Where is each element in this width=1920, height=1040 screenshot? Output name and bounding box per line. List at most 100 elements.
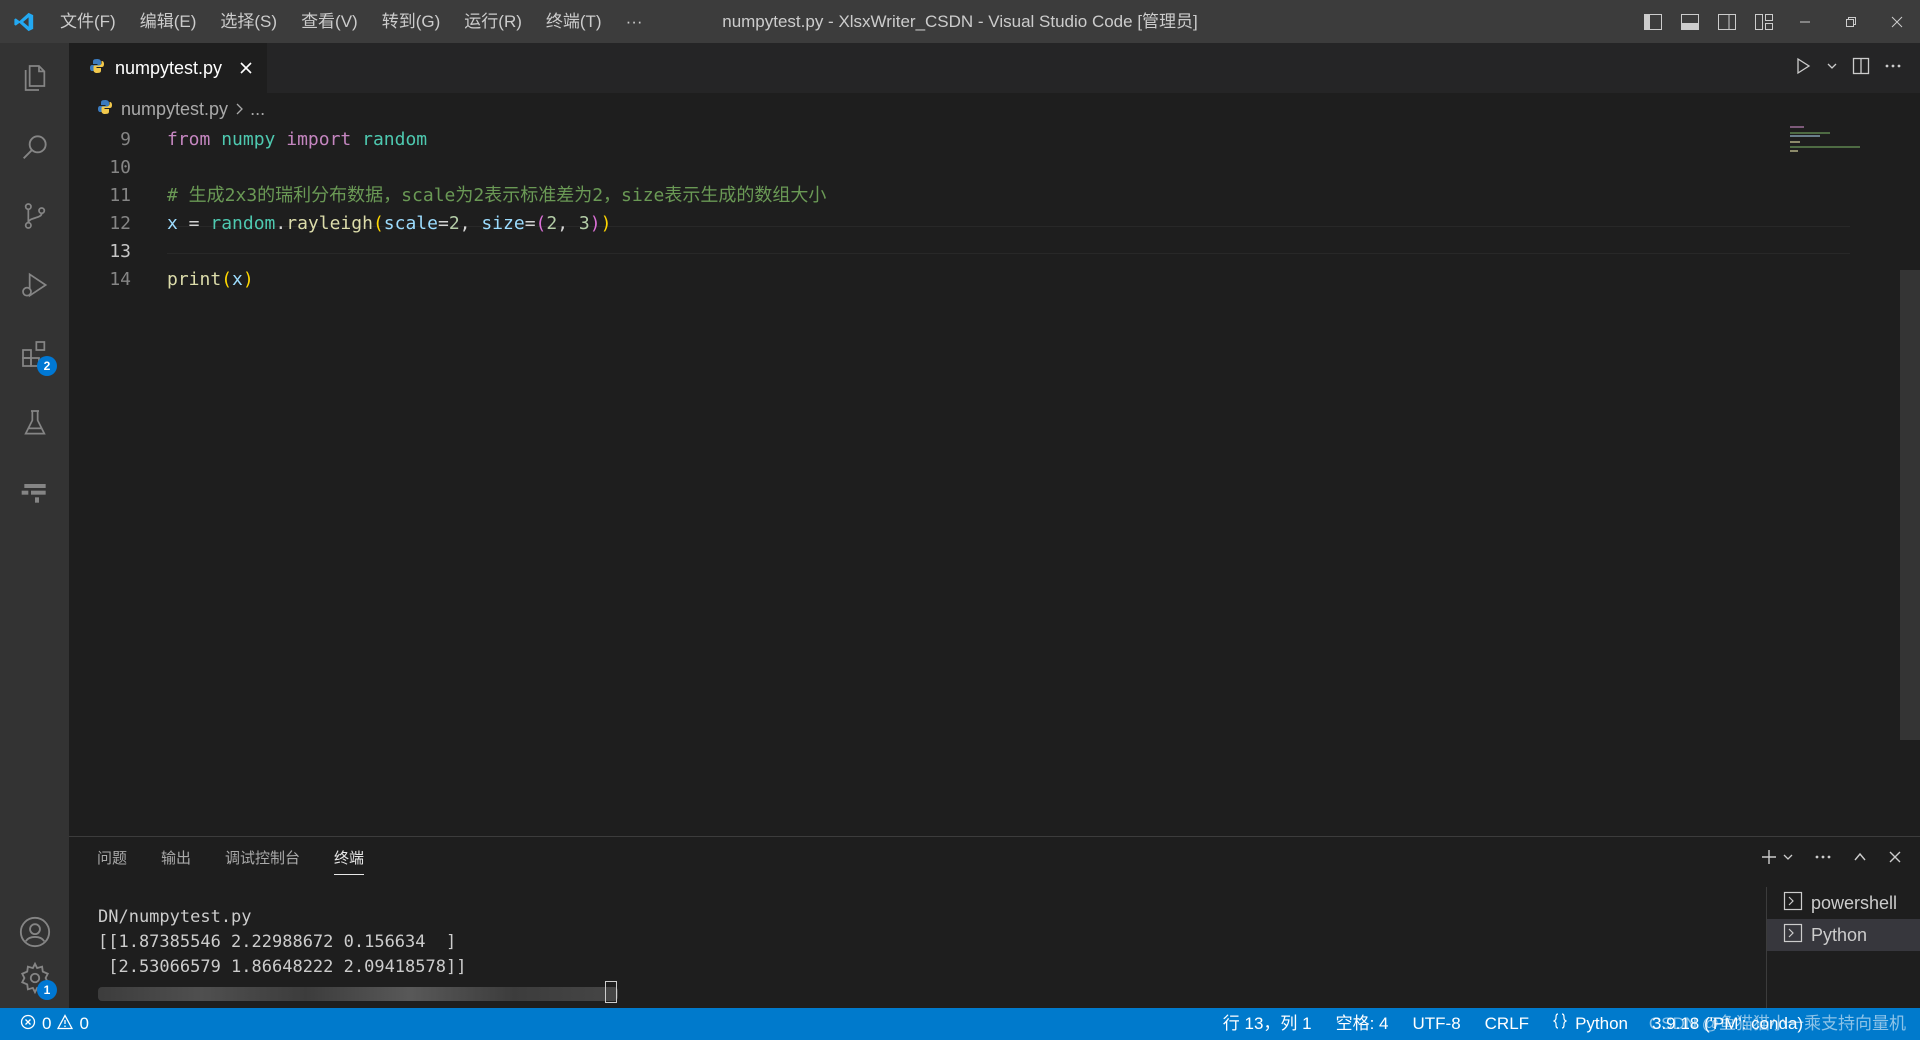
code-token: . (275, 213, 287, 234)
terminal-output[interactable]: DN/numpytest.py [[1.87385546 2.22988672 … (98, 905, 466, 980)
run-python-file-icon[interactable] (1794, 57, 1812, 80)
search-icon[interactable] (0, 112, 69, 181)
python-file-icon (89, 58, 105, 79)
menu-edit[interactable]: 编辑(E) (128, 0, 209, 43)
minimize-icon[interactable] (1782, 0, 1828, 43)
minimap[interactable] (1790, 126, 1880, 166)
split-editor-icon[interactable] (1852, 57, 1870, 80)
error-icon (20, 1014, 36, 1035)
warning-icon (57, 1013, 74, 1035)
code-token: import (286, 129, 352, 150)
toggle-secondary-sidebar-icon[interactable] (1708, 0, 1745, 43)
code-line[interactable]: 12 x = random.rayleigh(scale=2, size=(2, … (69, 210, 1779, 237)
terminal-item-python[interactable]: Python (1767, 919, 1920, 951)
settings-gear-icon[interactable]: 1 (0, 943, 69, 1012)
settings-badge: 1 (37, 980, 57, 1000)
more-actions-icon[interactable] (1814, 848, 1832, 871)
code-text: from numpy import random (167, 126, 427, 153)
code-token: numpy (221, 129, 276, 150)
code-token: = (177, 213, 211, 234)
code-token: ( (221, 269, 233, 290)
tab-terminal[interactable]: 终端 (334, 837, 365, 881)
terminal-list: powershell Python (1766, 887, 1920, 1009)
run-debug-icon[interactable] (0, 250, 69, 319)
cursor-position[interactable]: 行 13，列 1 (1211, 1008, 1324, 1040)
code-line[interactable]: 10 (69, 154, 1779, 181)
problems-status[interactable]: 0 0 (20, 1008, 89, 1040)
code-token: , (459, 213, 482, 234)
line-number: 11 (109, 185, 131, 206)
terminal-name: Python (1811, 924, 1868, 945)
code-token: random (210, 213, 276, 234)
close-window-icon[interactable] (1874, 0, 1920, 43)
code-line[interactable]: 9 from numpy import random (69, 126, 1779, 153)
chevron-down-icon[interactable] (1826, 59, 1838, 77)
remote-explorer-icon[interactable] (0, 457, 69, 526)
explorer-files-icon[interactable] (0, 43, 69, 112)
toggle-primary-sidebar-icon[interactable] (1634, 0, 1671, 43)
line-number: 13 (109, 241, 131, 262)
code-token: ( (372, 213, 384, 234)
code-token: size (481, 213, 525, 234)
new-terminal-plus-icon[interactable] (1760, 848, 1778, 871)
code-token: 2 (448, 213, 460, 234)
chevron-down-icon[interactable] (1782, 850, 1794, 868)
tab-problems[interactable]: 问题 (97, 837, 127, 881)
editor-actions (1794, 43, 1902, 93)
scrollbar-thumb[interactable] (1900, 270, 1920, 740)
line-number: 9 (120, 129, 131, 150)
language-label: Python (1575, 1014, 1628, 1033)
menu-run[interactable]: 运行(R) (452, 0, 534, 43)
editor-scrollbar[interactable] (1900, 126, 1920, 836)
title-bar: 文件(F) 编辑(E) 选择(S) 查看(V) 转到(G) 运行(R) 终端(T… (0, 0, 1920, 43)
error-count: 0 (42, 1014, 52, 1033)
code-token: scale (383, 213, 438, 234)
end-of-line[interactable]: CRLF (1473, 1008, 1541, 1040)
code-editor[interactable]: 9 from numpy import random 10 11 # 生成2x3的瑞利分… (69, 126, 1920, 836)
code-line[interactable]: 11 # 生成2x3的瑞利分布数据，scale为2表示标准差为2，size表示生成… (69, 182, 1779, 209)
restore-icon[interactable] (1828, 0, 1874, 43)
code-line[interactable]: 13 (69, 238, 1779, 265)
code-token: x (167, 213, 178, 234)
menu-bar: 文件(F) 编辑(E) 选择(S) 查看(V) 转到(G) 运行(R) 终端(T… (48, 0, 655, 43)
toggle-panel-icon[interactable] (1671, 0, 1708, 43)
python-file-icon (97, 99, 113, 120)
code-token: # 生成2x3的瑞利分布数据，scale为2表示标准差为2，size表示生成的数… (167, 185, 827, 206)
language-mode[interactable]: Python (1541, 1008, 1640, 1040)
tab-debug-console[interactable]: 调试控制台 (225, 837, 300, 881)
activity-bar: 2 1 (0, 43, 69, 1008)
extensions-icon[interactable]: 2 (0, 319, 69, 388)
menu-go[interactable]: 转到(G) (370, 0, 453, 43)
menu-view[interactable]: 查看(V) (289, 0, 370, 43)
customize-layout-icon[interactable] (1745, 0, 1782, 43)
breadcrumb-file[interactable]: numpytest.py (121, 99, 228, 120)
close-tab-icon[interactable] (236, 58, 256, 78)
code-token: ) (589, 213, 601, 234)
line-number: 14 (109, 269, 131, 290)
encoding[interactable]: UTF-8 (1400, 1008, 1472, 1040)
code-token: ) (600, 213, 612, 234)
breadcrumb: numpytest.py ... (69, 93, 1920, 126)
menu-more[interactable]: ··· (614, 0, 655, 43)
tab-numpytest[interactable]: numpytest.py (69, 43, 267, 93)
menu-selection[interactable]: 选择(S) (208, 0, 289, 43)
menu-file[interactable]: 文件(F) (48, 0, 128, 43)
tab-output[interactable]: 输出 (161, 837, 191, 881)
code-line[interactable]: 14 print(x) (69, 266, 1779, 293)
terminal-icon (1783, 923, 1803, 948)
testing-flask-icon[interactable] (0, 388, 69, 457)
source-control-icon[interactable] (0, 181, 69, 250)
menu-terminal[interactable]: 终端(T) (534, 0, 614, 43)
breadcrumb-symbol[interactable]: ... (250, 99, 265, 120)
code-token: 2 (546, 213, 558, 234)
terminal-item-powershell[interactable]: powershell (1767, 887, 1920, 919)
close-panel-icon[interactable] (1888, 850, 1902, 869)
code-token: from (167, 129, 211, 150)
extensions-badge: 2 (37, 356, 57, 376)
status-bar: 0 0 行 13，列 1 空格: 4 UTF-8 CRLF Python 3.9… (0, 1008, 1920, 1040)
maximize-panel-chevron-up-icon[interactable] (1852, 849, 1868, 870)
indentation[interactable]: 空格: 4 (1324, 1008, 1401, 1040)
more-actions-icon[interactable] (1884, 57, 1902, 80)
